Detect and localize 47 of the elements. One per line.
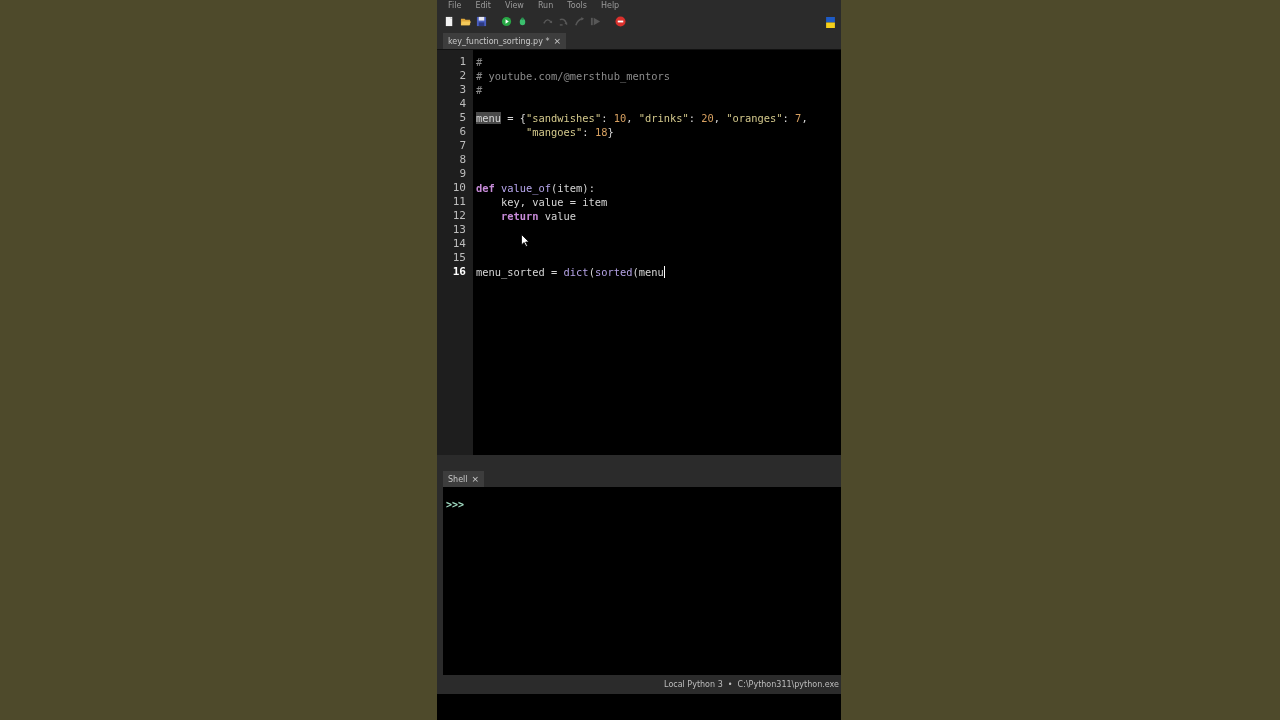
code-line[interactable]: key, value = item — [476, 196, 608, 208]
line-number: 3 — [459, 83, 466, 96]
line-number: 5 — [459, 111, 466, 124]
shell-panel[interactable]: >>> — [443, 487, 841, 675]
save-icon[interactable] — [476, 16, 487, 27]
code-line[interactable]: # — [476, 56, 483, 68]
new-file-icon[interactable] — [444, 16, 455, 27]
menu-item[interactable]: Tools — [567, 0, 587, 12]
bug-icon[interactable] — [517, 16, 528, 27]
close-icon[interactable]: × — [471, 474, 480, 484]
folder-icon[interactable] — [460, 16, 471, 27]
line-number: 11 — [452, 195, 466, 208]
close-icon[interactable]: × — [553, 36, 561, 46]
line-number: 6 — [459, 125, 466, 138]
line-number: 10 — [452, 181, 466, 194]
line-number: 9 — [459, 167, 466, 180]
code-line[interactable]: "mangoes": 18} — [476, 126, 614, 138]
line-number: 8 — [459, 153, 466, 166]
tab[interactable]: key_function_sorting.py * × — [443, 33, 566, 49]
line-number: 16 — [452, 265, 466, 278]
menu-item[interactable]: File — [448, 0, 462, 12]
line-number: 14 — [452, 237, 466, 250]
line-number: 13 — [452, 223, 466, 236]
interpreter-status[interactable]: Local Python 3 • C:\Python311\python.exe — [664, 680, 839, 689]
menu-item[interactable]: Help — [600, 0, 620, 12]
menu-item[interactable]: View — [504, 0, 524, 12]
mouse-pointer-icon — [521, 234, 530, 247]
stop-icon[interactable] — [615, 16, 626, 27]
line-number: 12 — [452, 209, 466, 222]
code-line[interactable]: def value_of(item): — [476, 182, 595, 194]
code-line[interactable]: # youtube.com/@mersthub_mentors — [476, 70, 670, 82]
menu-item[interactable]: Run — [537, 0, 554, 12]
code-line[interactable]: return value — [476, 210, 577, 222]
line-number: 2 — [459, 69, 466, 82]
flag-icon — [825, 17, 836, 28]
line-number: 4 — [459, 97, 466, 110]
tab[interactable]: Shell × — [443, 471, 485, 487]
code-editor[interactable]: # # youtube.com/@mersthub_mentors # menu = {"sandwishes": 10, "drinks": 20, "oranges": 7, "mangoes": 18} def value_of(item): key, value = item return value menu_sorted = dict(sorted(menu — [473, 50, 841, 455]
menu-item[interactable]: Edit — [475, 0, 491, 12]
play-icon[interactable] — [501, 16, 512, 27]
code-line[interactable]: menu = {"sandwishes": 10, "drinks": 20, "oranges": 7, — [476, 112, 808, 124]
code-line[interactable]: # — [476, 84, 483, 96]
shell-prompt: >>> — [446, 499, 465, 510]
line-number: 1 — [459, 55, 466, 68]
code-line[interactable]: menu_sorted = dict(sorted(menu — [476, 266, 664, 278]
line-number: 7 — [459, 139, 466, 152]
line-number: 15 — [452, 251, 466, 264]
